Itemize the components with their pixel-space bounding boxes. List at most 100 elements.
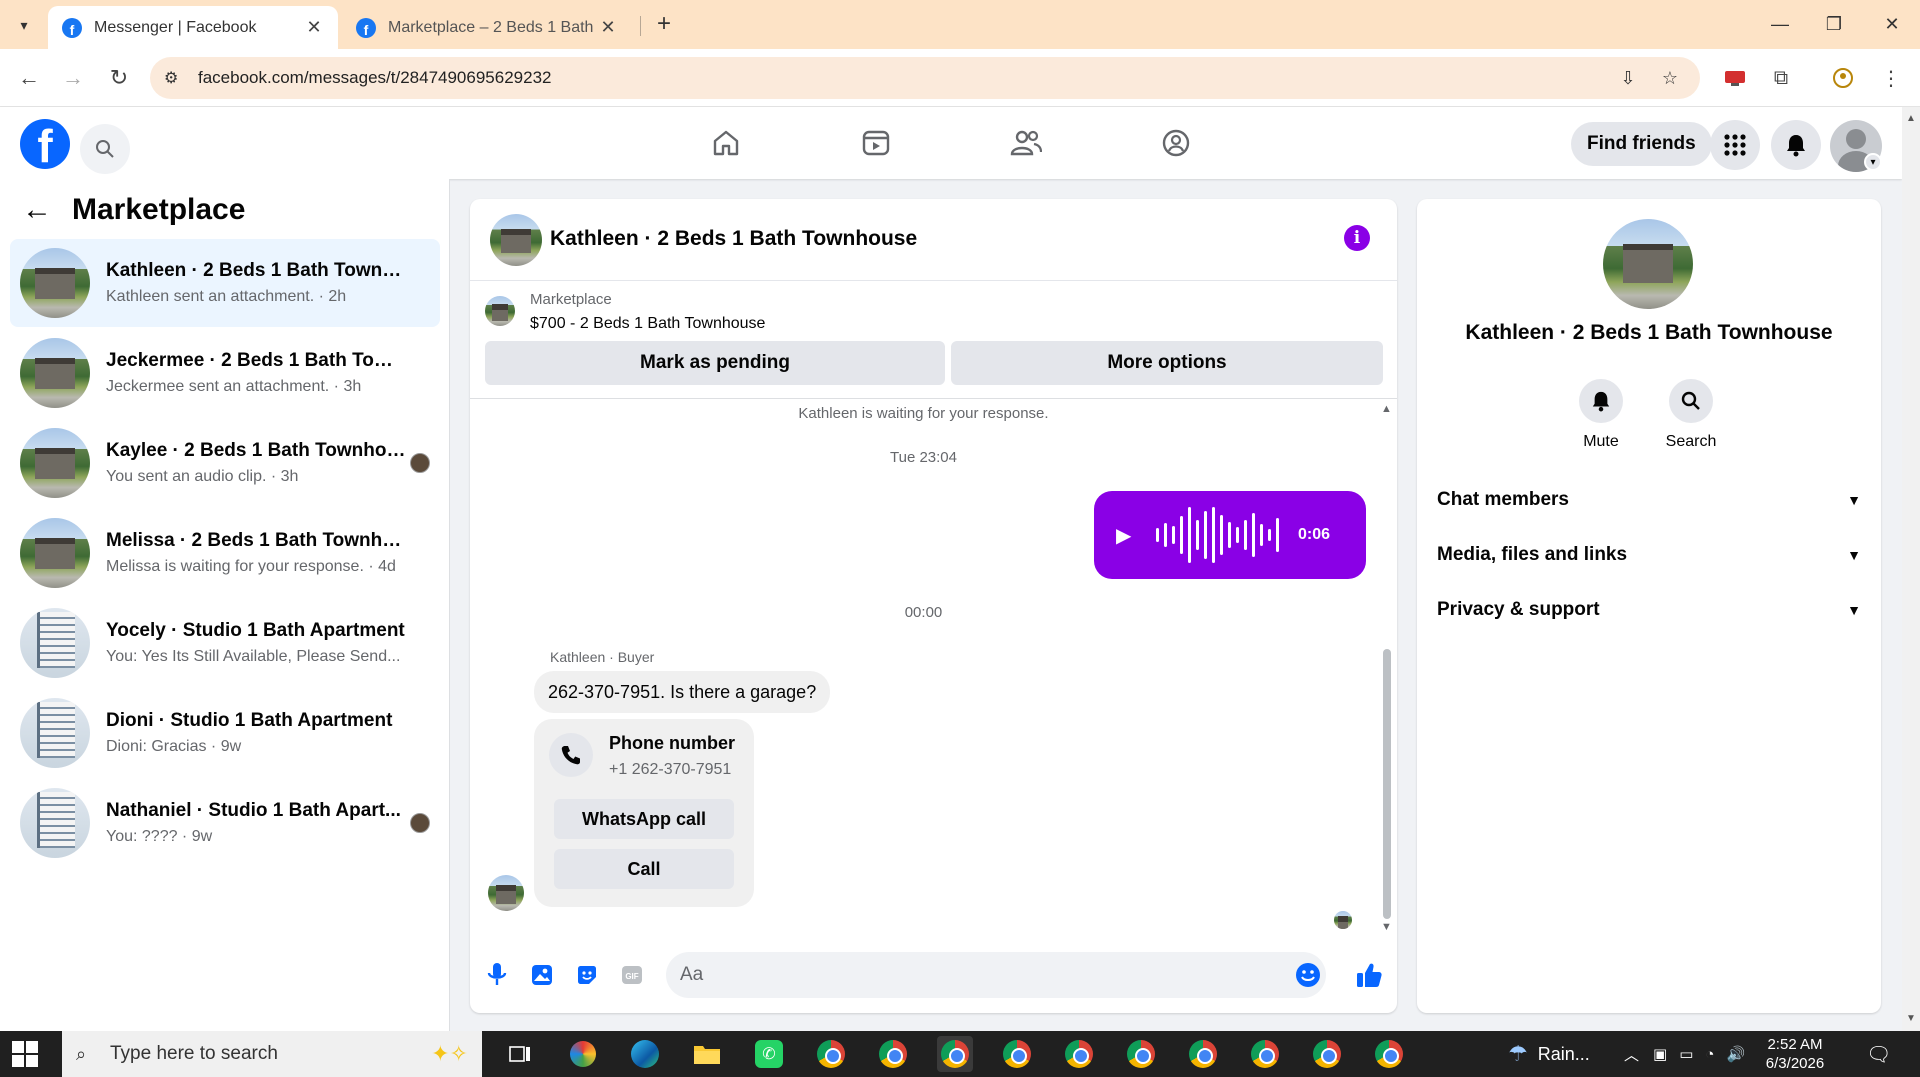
extension-red-icon[interactable] (1720, 63, 1750, 93)
listing-title[interactable]: $700 - 2 Beds 1 Bath Townhouse (530, 315, 765, 333)
address-bar[interactable]: ⚙ facebook.com/messages/t/28474906956292… (150, 57, 1700, 99)
chrome-icon[interactable] (1185, 1036, 1221, 1072)
battery-icon[interactable]: ▭ (1679, 1045, 1693, 1063)
site-info-icon[interactable]: ⚙ (164, 68, 188, 88)
account-chevron-down-icon[interactable]: ▾ (1864, 153, 1882, 171)
notification-center-icon[interactable]: 🗨 (1866, 1031, 1891, 1077)
forward-arrow-icon[interactable]: → (58, 63, 88, 93)
chrome-icon[interactable] (1123, 1036, 1159, 1072)
install-app-icon[interactable]: ⇩ (1615, 65, 1641, 91)
tab-messenger[interactable]: f Messenger | Facebook ✕ (48, 6, 338, 49)
nav-groups[interactable] (1106, 107, 1246, 179)
more-options-button[interactable]: More options (951, 341, 1383, 385)
conversation-melissa[interactable]: Melissa · 2 Beds 1 Bath Townhouse Meliss… (10, 509, 440, 597)
chrome-icon[interactable] (999, 1036, 1035, 1072)
url-text[interactable]: facebook.com/messages/t/2847490695629232 (198, 68, 551, 88)
meet-now-icon[interactable]: ▣ (1653, 1045, 1667, 1063)
mute-action[interactable]: Mute (1561, 379, 1641, 451)
taskbar-clock[interactable]: 2:52 AM 6/3/2026 (1750, 1035, 1840, 1073)
chrome-active-icon[interactable] (937, 1036, 973, 1072)
profile-icon[interactable] (1828, 63, 1858, 93)
tab-close-icon[interactable]: ✕ (598, 17, 618, 38)
menu-grid-button[interactable] (1710, 120, 1760, 170)
message-input-box[interactable] (666, 952, 1326, 998)
search-button[interactable] (80, 124, 130, 174)
nav-home[interactable] (656, 107, 796, 179)
sticker-icon[interactable] (572, 960, 602, 990)
browser-menu-icon[interactable]: ⋮ (1876, 63, 1906, 93)
edge-browser-icon[interactable] (627, 1036, 663, 1072)
extensions-puzzle-icon[interactable]: ⧉ (1766, 63, 1796, 93)
listing-thumbnail[interactable] (485, 296, 515, 326)
back-arrow-icon[interactable]: ← (14, 63, 44, 93)
chat-scrollbar[interactable]: ▲ ▼ (1377, 399, 1397, 939)
new-tab-button[interactable]: + (650, 10, 678, 38)
whatsapp-call-button[interactable]: WhatsApp call (554, 799, 734, 839)
back-arrow-icon[interactable]: ← (22, 193, 52, 227)
whatsapp-icon[interactable]: ✆ (751, 1036, 787, 1072)
chat-members-section[interactable]: Chat members ▼ (1437, 480, 1861, 520)
call-button[interactable]: Call (554, 849, 734, 889)
microphone-icon[interactable] (482, 960, 512, 990)
page-scrollbar[interactable]: ▲ ▼ (1902, 107, 1920, 1031)
info-icon[interactable]: i (1344, 225, 1370, 251)
close-window-button[interactable]: ✕ (1872, 10, 1912, 38)
conversation-dioni[interactable]: Dioni · Studio 1 Bath Apartment Dioni: G… (10, 689, 440, 777)
notifications-button[interactable] (1771, 120, 1821, 170)
tab-search-chevron-icon[interactable]: ▾ (10, 11, 38, 39)
scroll-down-icon[interactable]: ▼ (1906, 1013, 1916, 1024)
photo-icon[interactable] (527, 960, 557, 990)
scroll-up-icon[interactable]: ▲ (1906, 113, 1916, 124)
media-files-links-section[interactable]: Media, files and links ▼ (1437, 535, 1861, 575)
file-explorer-icon[interactable] (689, 1036, 725, 1072)
chat-avatar[interactable] (490, 214, 542, 266)
chrome-icon[interactable] (813, 1036, 849, 1072)
chat-title[interactable]: Kathleen · 2 Beds 1 Bath Townhouse (550, 227, 917, 251)
thumbs-up-icon[interactable] (1354, 960, 1384, 990)
emoji-icon[interactable] (1294, 961, 1322, 989)
message-input[interactable] (680, 952, 1240, 998)
conversation-kathleen[interactable]: Kathleen · 2 Beds 1 Bath Townhouse Kathl… (10, 239, 440, 327)
tab-marketplace[interactable]: f Marketplace – 2 Beds 1 Bath To ✕ (342, 6, 632, 49)
incoming-message-bubble[interactable]: 262-370-7951. Is there a garage? (534, 671, 831, 713)
chrome-icon[interactable] (875, 1036, 911, 1072)
wifi-icon[interactable]: ◔ (1705, 1046, 1714, 1063)
conversation-jeckermee[interactable]: Jeckermee · 2 Beds 1 Bath Townho... Jeck… (10, 329, 440, 417)
scroll-down-icon[interactable]: ▼ (1381, 921, 1392, 933)
chrome-icon[interactable] (1061, 1036, 1097, 1072)
chrome-icon[interactable] (1247, 1036, 1283, 1072)
gif-icon[interactable]: GIF (617, 960, 647, 990)
bell-icon[interactable] (1579, 379, 1623, 423)
nav-friends[interactable] (956, 107, 1096, 179)
find-friends-button[interactable]: Find friends (1571, 122, 1712, 166)
conversation-yocely[interactable]: Yocely · Studio 1 Bath Apartment You: Ye… (10, 599, 440, 687)
buyer-avatar[interactable] (488, 875, 524, 911)
weather-widget[interactable]: ☂ Rain... (1508, 1031, 1590, 1077)
privacy-support-section[interactable]: Privacy & support ▼ (1437, 590, 1861, 630)
bookmark-star-icon[interactable]: ☆ (1657, 65, 1683, 91)
volume-icon[interactable]: 🔊 (1726, 1045, 1745, 1063)
restore-button[interactable]: ❐ (1814, 10, 1854, 38)
scroll-up-icon[interactable]: ▲ (1381, 403, 1392, 415)
paint-app-icon[interactable] (565, 1036, 601, 1072)
reload-icon[interactable]: ↻ (104, 63, 134, 93)
conversation-kaylee[interactable]: Kaylee · 2 Beds 1 Bath Townhouse You sen… (10, 419, 440, 507)
chrome-icon[interactable] (1371, 1036, 1407, 1072)
taskbar-search-box[interactable]: ⌕ Type here to search ✦✧ (62, 1031, 482, 1077)
minimize-button[interactable]: — (1760, 10, 1800, 38)
facebook-logo-icon[interactable]: f (20, 119, 70, 169)
search-action[interactable]: Search (1651, 379, 1731, 451)
conversation-nathaniel[interactable]: Nathaniel · Studio 1 Bath Apart... You: … (10, 779, 440, 867)
conversation-profile-picture[interactable] (1603, 219, 1693, 309)
search-icon[interactable] (1669, 379, 1713, 423)
task-view-icon[interactable] (502, 1036, 538, 1072)
audio-message-bubble[interactable]: ▶ 0:06 (1094, 491, 1366, 579)
nav-video[interactable] (806, 107, 946, 179)
tab-close-icon[interactable]: ✕ (304, 17, 324, 38)
scroll-thumb[interactable] (1383, 649, 1391, 919)
mark-as-pending-button[interactable]: Mark as pending (485, 341, 945, 385)
chrome-icon[interactable] (1309, 1036, 1345, 1072)
play-icon[interactable]: ▶ (1116, 523, 1136, 548)
tray-chevron-up-icon[interactable]: ︿ (1624, 1044, 1639, 1065)
windows-start-icon[interactable] (12, 1041, 38, 1067)
